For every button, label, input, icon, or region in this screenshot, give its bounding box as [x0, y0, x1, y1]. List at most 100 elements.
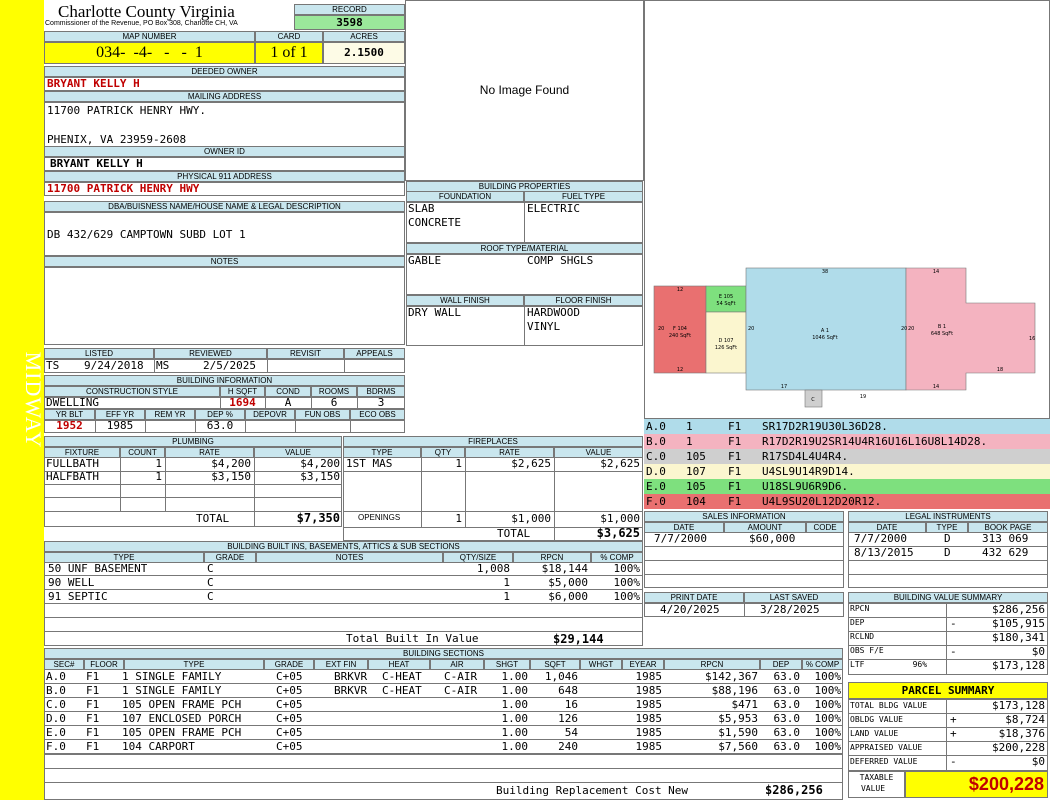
section-eyear: 1985 — [635, 684, 663, 697]
section-sec: A.0 — [46, 670, 66, 683]
sketch-area-a: 1046 SqFt — [812, 335, 838, 341]
section-extfin: BRKVR — [334, 670, 368, 683]
section-rpcn: $1,590 — [718, 726, 758, 739]
section-grade: C+05 — [276, 684, 303, 697]
sales-col: CODE — [806, 522, 844, 533]
parcel-row-label: APPRAISED VALUE — [850, 743, 923, 752]
parcel-row-label: DEFERRED VALUE — [850, 757, 918, 766]
sections-total: $286,256 — [765, 783, 823, 797]
section-comp: 100% — [814, 740, 842, 753]
vector-row: C.0 105 F1 R17SD4L4U4R4. — [644, 449, 1050, 464]
builtins-col: NOTES — [256, 552, 443, 563]
value-row-label: LTF 96% — [850, 660, 928, 669]
county-subtitle: Commissioner of the Revenue, PO Box 308,… — [45, 20, 238, 27]
section-type: 105 OPEN FRAME PCH — [122, 698, 242, 711]
section-col: SHGT — [484, 659, 530, 670]
plumbing-count: 1 — [155, 457, 162, 470]
section-sec: D.0 — [46, 712, 66, 725]
builtin-type: 50 UNF BASEMENT — [48, 562, 148, 575]
foundation-2: CONCRETE — [408, 216, 461, 229]
value-row-label: DEP — [850, 618, 865, 627]
reviewed-label: REVIEWED — [154, 348, 267, 359]
side-label: MIDWAY — [21, 351, 46, 449]
section-rpcn: $88,196 — [711, 684, 758, 697]
sketch-dim: 14 — [933, 269, 939, 275]
record-value: 3598 — [294, 15, 405, 30]
section-type: 107 ENCLOSED PORCH — [122, 712, 242, 725]
section-sec: E.0 — [46, 726, 66, 739]
physical-label: PHYSICAL 911 ADDRESS — [44, 171, 405, 182]
vector-row: D.0 107 F1 U4SL9U14R9D14. — [644, 464, 1050, 479]
section-comp: 100% — [814, 698, 842, 711]
owner-id: BRYANT KELLY H — [50, 157, 143, 170]
effyr: 1985 — [106, 419, 134, 432]
sketch-dim: 19 — [860, 394, 866, 400]
section-sqft: 54 — [564, 726, 578, 739]
owner-id-label: OWNER ID — [44, 146, 405, 157]
parcel-row-amount: $18,376 — [998, 727, 1045, 740]
vector-list: A.0 1 F1 SR17D2R19U30L36D28. B.0 1 F1 R17D2R19… — [644, 419, 1050, 509]
value-row-label: RPCN — [850, 604, 870, 613]
reviewed-by: MS — [156, 359, 170, 372]
section-floor: F1 — [86, 740, 100, 753]
section-floor: F1 — [86, 712, 100, 725]
taxable-label-1: TAXABLE — [859, 773, 894, 782]
sketch-dim: 18 — [997, 367, 1003, 373]
builtins-label: BUILDING BUILT INS, BASEMENTS, ATTICS & … — [44, 541, 643, 552]
section-comp: 100% — [814, 712, 842, 725]
vector-row: E.0 105 F1 U18SL9U6R9D6. — [644, 479, 1050, 494]
section-shgt: 1.00 — [501, 670, 529, 683]
builtin-qty: 1,008 — [476, 562, 510, 575]
last-saved: 3/28/2025 — [760, 603, 820, 616]
section-rpcn: $7,560 — [718, 740, 758, 753]
section-dep: 63.0 — [773, 698, 801, 711]
openings-value: $1,000 — [600, 512, 640, 525]
section-col: EXT FIN — [314, 659, 368, 670]
sections-total-label: Building Replacement Cost New — [496, 784, 689, 797]
section-col: WHGT — [580, 659, 622, 670]
builtin-grade: C — [207, 590, 214, 603]
section-dep: 63.0 — [773, 712, 801, 725]
builtin-grade: C — [207, 576, 214, 589]
builtin-type: 90 WELL — [48, 576, 95, 589]
section-air: C-AIR — [444, 670, 478, 683]
plumbing-count: 1 — [155, 470, 162, 483]
section-sqft: 240 — [558, 740, 578, 753]
plumbing-total-label: TOTAL — [196, 512, 230, 525]
legal-date: 7/7/2000 — [854, 532, 907, 545]
section-floor: F1 — [86, 726, 100, 739]
openings-rate: $1,000 — [511, 512, 551, 525]
section-dep: 63.0 — [773, 726, 801, 739]
mailing-label: MAILING ADDRESS — [44, 91, 405, 102]
builtin-grade: C — [207, 562, 214, 575]
sketch-dim: 38 — [822, 269, 828, 275]
section-col: AIR — [430, 659, 484, 670]
value-row-label: RCLND — [850, 632, 875, 641]
parcel-summary-label: PARCEL SUMMARY — [848, 682, 1048, 699]
fireplace-qty: 1 — [455, 457, 462, 470]
floor-finish-1: HARDWOOD — [527, 306, 580, 319]
physical-address: 11700 PATRICK HENRY HWY — [47, 182, 200, 195]
section-shgt: 1.00 — [501, 684, 529, 697]
notes-box — [44, 267, 405, 345]
plumbing-fixture: HALFBATH — [46, 470, 99, 483]
deeded-owner-label: DEEDED OWNER — [44, 66, 405, 77]
listed-date: 9/24/2018 — [84, 359, 144, 372]
sketch-area-e: 54 SqFt — [716, 301, 735, 307]
builtin-type: 91 SEPTIC — [48, 590, 108, 603]
section-comp: 100% — [814, 670, 842, 683]
value-summary-label: BUILDING VALUE SUMMARY — [848, 592, 1048, 603]
section-shgt: 1.00 — [501, 698, 529, 711]
wall-label: WALL FINISH — [406, 295, 524, 306]
reviewed-date: 2/5/2025 — [203, 359, 256, 372]
sketch-dim: 16 — [1029, 336, 1035, 342]
builtin-qty: 1 — [503, 590, 510, 603]
section-rpcn: $142,367 — [705, 670, 758, 683]
fireplaces-label: FIREPLACES — [343, 436, 643, 447]
mailing-line1: 11700 PATRICK HENRY HWY. — [47, 104, 206, 117]
foundation-1: SLAB — [408, 202, 435, 215]
card-label: CARD — [255, 31, 323, 42]
section-sec: F.0 — [46, 740, 66, 753]
value-row-amount: $173,128 — [992, 659, 1045, 672]
builtins-total: $29,144 — [553, 632, 604, 646]
